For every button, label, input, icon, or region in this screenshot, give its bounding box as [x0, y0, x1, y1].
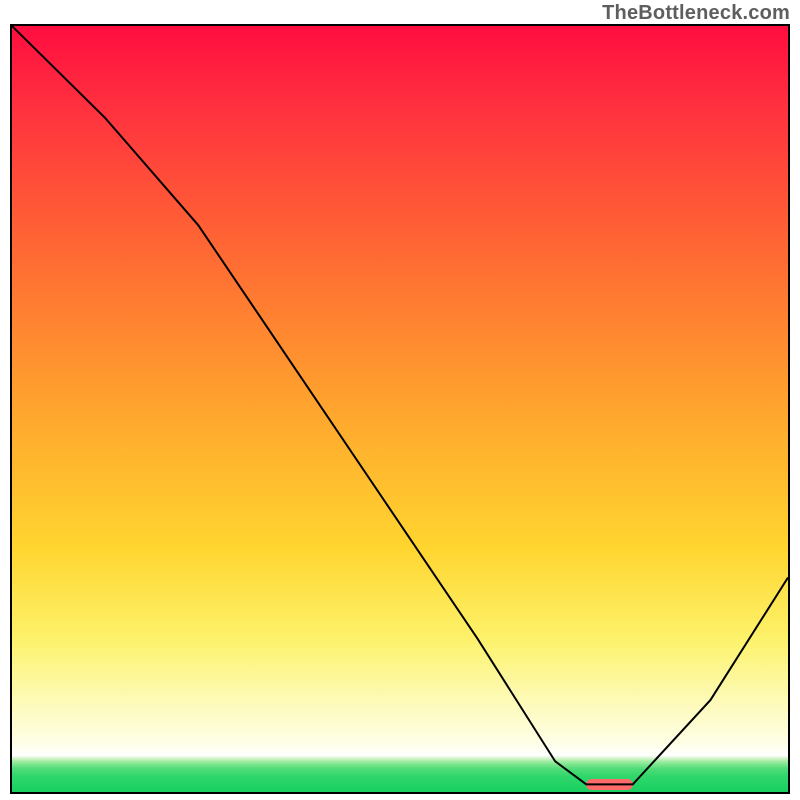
- severity-gradient: [12, 26, 788, 792]
- watermark-label: TheBottleneck.com: [602, 2, 790, 25]
- sweet-spot-marker: [586, 779, 633, 790]
- bottleneck-chart: [10, 24, 790, 794]
